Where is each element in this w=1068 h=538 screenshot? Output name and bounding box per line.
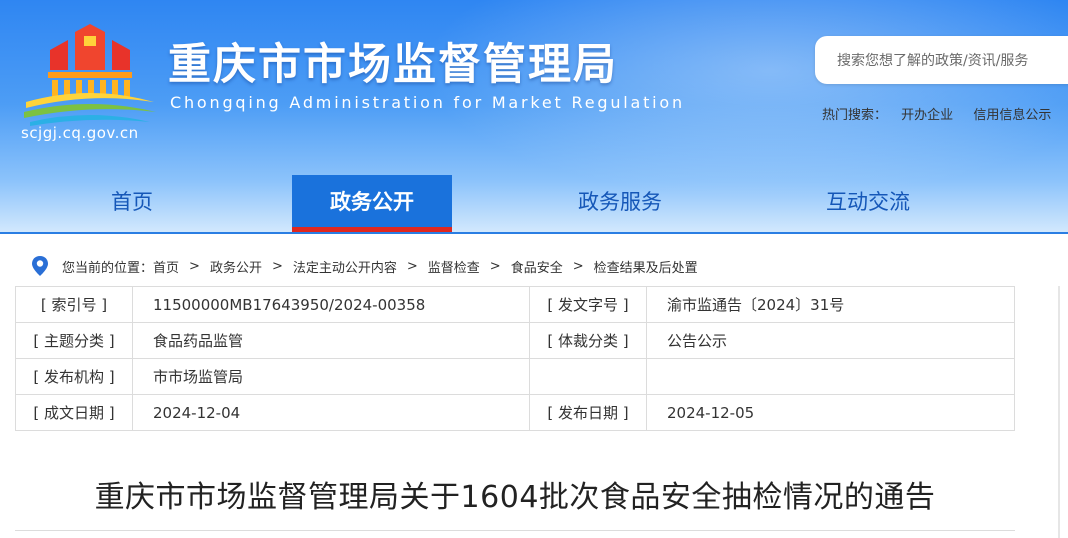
- genre-category-value: 公告公示: [646, 322, 1015, 359]
- table-row: [ 发布机构 ] 市市场监管局: [15, 358, 1015, 395]
- site-subtitle: Chongqing Administration for Market Regu…: [170, 93, 685, 112]
- breadcrumb-separator: >: [572, 258, 584, 274]
- doc-number-value: 渝市监通告〔2024〕31号: [646, 286, 1015, 323]
- hot-search-label: 热门搜索：: [822, 108, 888, 123]
- written-date-value: 2024-12-04: [132, 394, 530, 431]
- table-row: [ 成文日期 ] 2024-12-04 [ 发布日期 ] 2024-12-05: [15, 394, 1015, 431]
- empty-label-cell: [529, 358, 647, 395]
- nav-divider: [0, 232, 1068, 234]
- main-nav: 首页 政务公开 政务服务 互动交流: [0, 175, 1068, 232]
- breadcrumb-separator: >: [489, 258, 501, 274]
- nav-item-gov-affairs-open[interactable]: 政务公开: [292, 175, 452, 232]
- search-input[interactable]: [835, 48, 1068, 74]
- doc-number-label: [ 发文字号 ]: [529, 286, 647, 323]
- article-divider: [15, 530, 1015, 531]
- page-scrollbar[interactable]: [1058, 286, 1060, 538]
- empty-value-cell: [646, 358, 1015, 395]
- table-row: [ 索引号 ] 11500000MB17643950/2024-00358 [ …: [15, 286, 1015, 323]
- nav-item-gov-services[interactable]: 政务服务: [540, 175, 700, 232]
- breadcrumb-item-statutory-disclosure[interactable]: 法定主动公开内容: [293, 257, 397, 276]
- breadcrumb-item-results[interactable]: 检查结果及后处置: [594, 257, 698, 276]
- site-header: scjgj.cq.gov.cn 重庆市市场监督管理局 Chongqing Adm…: [0, 0, 1068, 232]
- site-logo-icon[interactable]: [20, 22, 160, 132]
- breadcrumb-item-food-safety[interactable]: 食品安全: [511, 257, 563, 276]
- publish-date-label: [ 发布日期 ]: [529, 394, 647, 431]
- publisher-label: [ 发布机构 ]: [15, 358, 133, 395]
- breadcrumb-item-gov-affairs-open[interactable]: 政务公开: [210, 257, 262, 276]
- breadcrumb-separator: >: [406, 258, 418, 274]
- table-row: [ 主题分类 ] 食品药品监管 [ 体裁分类 ] 公告公示: [15, 322, 1015, 359]
- index-number-label: [ 索引号 ]: [15, 286, 133, 323]
- breadcrumb-item-home[interactable]: 首页: [153, 257, 179, 276]
- topic-category-value: 食品药品监管: [132, 322, 530, 359]
- publisher-value: 市市场监管局: [132, 358, 530, 395]
- location-pin-icon: [32, 256, 48, 276]
- publish-date-value: 2024-12-05: [646, 394, 1015, 431]
- written-date-label: [ 成文日期 ]: [15, 394, 133, 431]
- breadcrumb-prefix: 您当前的位置：: [62, 260, 154, 276]
- site-domain: scjgj.cq.gov.cn: [21, 124, 139, 142]
- nav-item-home[interactable]: 首页: [52, 175, 212, 232]
- nav-item-interaction[interactable]: 互动交流: [788, 175, 948, 232]
- breadcrumb-separator: >: [271, 258, 283, 274]
- breadcrumb-item-inspection[interactable]: 监督检查: [428, 257, 480, 276]
- hot-search: 热门搜索： 开办企业 信用信息公示: [822, 104, 1067, 123]
- breadcrumb-separator: >: [189, 258, 200, 274]
- search-box: [815, 36, 1068, 84]
- site-title: 重庆市市场监督管理局: [168, 40, 618, 90]
- hot-link-credit-info[interactable]: 信用信息公示: [973, 108, 1051, 123]
- topic-category-label: [ 主题分类 ]: [15, 322, 133, 359]
- breadcrumb: 您当前的位置： 首页 > 政务公开 > 法定主动公开内容 > 监督检查 > 食品…: [30, 255, 698, 277]
- hot-link-open-business[interactable]: 开办企业: [901, 108, 953, 123]
- document-info-table: [ 索引号 ] 11500000MB17643950/2024-00358 [ …: [15, 286, 1015, 431]
- article-title: 重庆市市场监督管理局关于1604批次食品安全抽检情况的通告: [94, 480, 936, 515]
- genre-category-label: [ 体裁分类 ]: [529, 322, 647, 359]
- index-number-value: 11500000MB17643950/2024-00358: [132, 286, 530, 323]
